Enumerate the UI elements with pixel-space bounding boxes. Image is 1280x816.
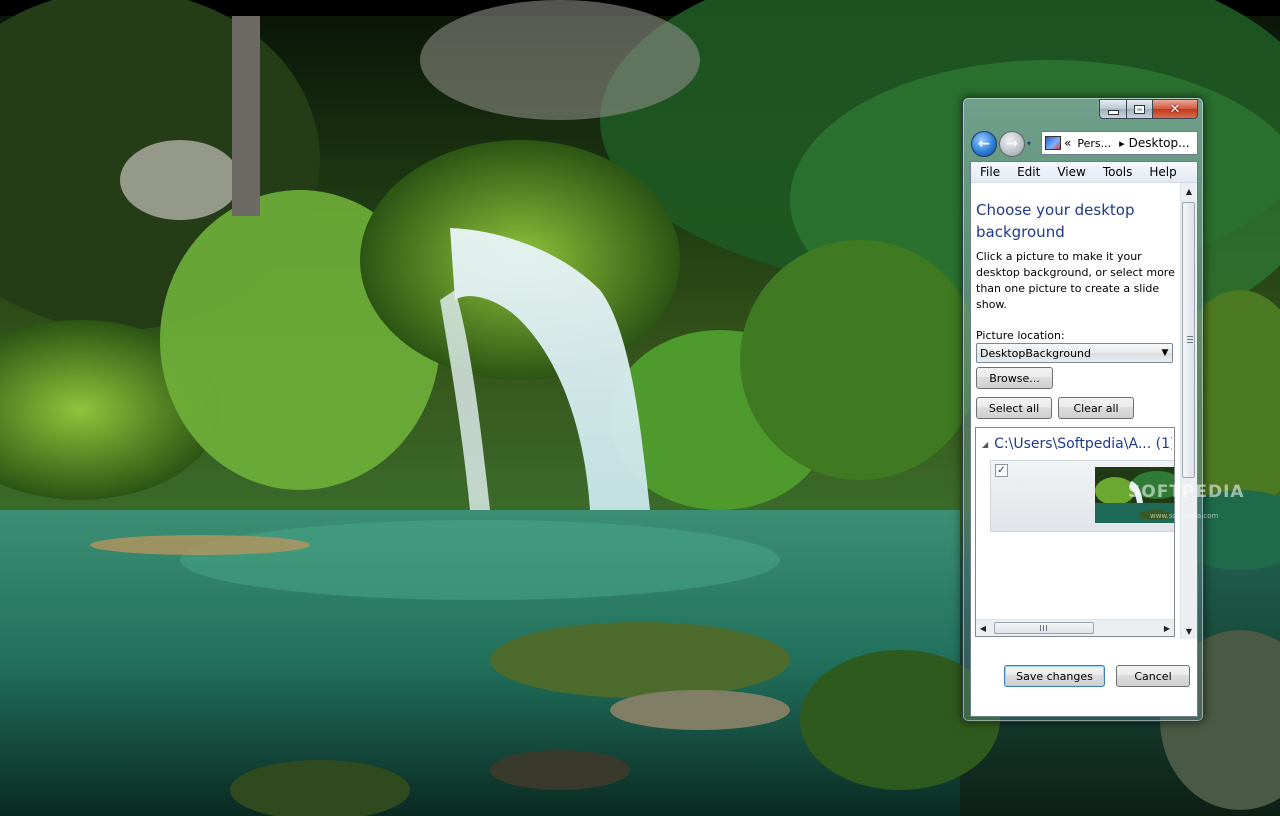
scroll-right-icon[interactable]: ▶ — [1160, 620, 1174, 636]
page-title: Choose your desktop background — [976, 201, 1135, 241]
horizontal-scrollbar[interactable]: ◀ ▶ — [976, 619, 1174, 636]
horizontal-scroll-thumb[interactable] — [994, 622, 1094, 634]
clear-all-button[interactable]: Clear all — [1058, 397, 1134, 419]
menu-bar: File Edit View Tools Help — [971, 162, 1197, 183]
content-pane: Choose your desktop background Click a p… — [971, 183, 1183, 661]
forward-arrow-icon: → — [1006, 136, 1018, 152]
minimize-button[interactable] — [1099, 99, 1127, 119]
minimize-icon — [1107, 109, 1119, 115]
forward-button[interactable]: → — [999, 131, 1025, 157]
scroll-up-icon[interactable]: ▲ — [1181, 183, 1197, 199]
cancel-button[interactable]: Cancel — [1116, 665, 1190, 687]
address-bar[interactable]: « Pers... ▸ Desktop... — [1041, 131, 1198, 155]
vertical-scrollbar[interactable]: ▲ ▼ — [1180, 183, 1197, 639]
grip-icon — [1187, 336, 1193, 344]
desktop-background-window: ✕ ← → ▾ « Pers... ▸ Desktop... File Edit… — [962, 97, 1204, 722]
vertical-scroll-thumb[interactable] — [1182, 202, 1195, 478]
recent-pages-dropdown-icon[interactable]: ▾ — [1027, 139, 1031, 148]
watermark-url: www.softpedia.com — [1150, 512, 1219, 520]
picture-list[interactable]: ◢ C:\Users\Softpedia\A... (1) ✓ ◀ ▶ — [975, 427, 1175, 637]
menu-file[interactable]: File — [971, 165, 1008, 179]
picture-checkbox[interactable]: ✓ — [995, 464, 1008, 477]
breadcrumb-personalization[interactable]: Pers... — [1077, 137, 1111, 150]
menu-tools[interactable]: Tools — [1094, 165, 1141, 179]
picture-location-select[interactable]: DesktopBackground ▼ — [976, 343, 1173, 363]
caption-buttons: ✕ — [1099, 99, 1198, 119]
menu-help[interactable]: Help — [1140, 165, 1184, 179]
menu-edit[interactable]: Edit — [1008, 165, 1048, 179]
address-overflow-icon[interactable]: « — [1064, 136, 1071, 150]
save-changes-button[interactable]: Save changes — [1004, 665, 1105, 687]
instructions-text: Click a picture to make it your desktop … — [976, 250, 1175, 311]
picture-location-label: Picture location: — [976, 329, 1065, 342]
folder-group-header[interactable]: ◢ C:\Users\Softpedia\A... (1) — [982, 436, 1172, 452]
back-arrow-icon: ← — [978, 136, 990, 152]
watermark-logo: SOFTPEDIA — [1128, 482, 1245, 502]
window-client-area: File Edit View Tools Help Choose your de… — [970, 161, 1198, 717]
browse-button[interactable]: Browse... — [976, 367, 1053, 389]
maximize-icon — [1134, 104, 1145, 114]
scroll-down-icon[interactable]: ▼ — [1181, 623, 1197, 639]
collapse-triangle-icon: ◢ — [982, 439, 989, 449]
dialog-footer: Save changes Cancel — [971, 661, 1197, 716]
grip-icon — [1040, 625, 1048, 631]
scroll-left-icon[interactable]: ◀ — [976, 620, 990, 636]
select-all-button[interactable]: Select all — [976, 397, 1052, 419]
menu-view[interactable]: View — [1048, 165, 1093, 179]
close-icon: ✕ — [1169, 101, 1181, 117]
navigation-bar: ← → ▾ « Pers... ▸ Desktop... — [971, 130, 1198, 157]
breadcrumb-desktop-background[interactable]: Desktop... — [1129, 136, 1190, 150]
control-panel-icon — [1045, 136, 1061, 150]
folder-group-label: C:\Users\Softpedia\A... (1) — [994, 436, 1172, 452]
maximize-button[interactable] — [1127, 99, 1153, 119]
picture-location-value: DesktopBackground — [980, 346, 1091, 360]
chevron-down-icon: ▼ — [1161, 348, 1169, 358]
back-button[interactable]: ← — [971, 131, 997, 157]
breadcrumb-separator-icon[interactable]: ▸ — [1119, 137, 1125, 150]
close-button[interactable]: ✕ — [1153, 99, 1198, 119]
